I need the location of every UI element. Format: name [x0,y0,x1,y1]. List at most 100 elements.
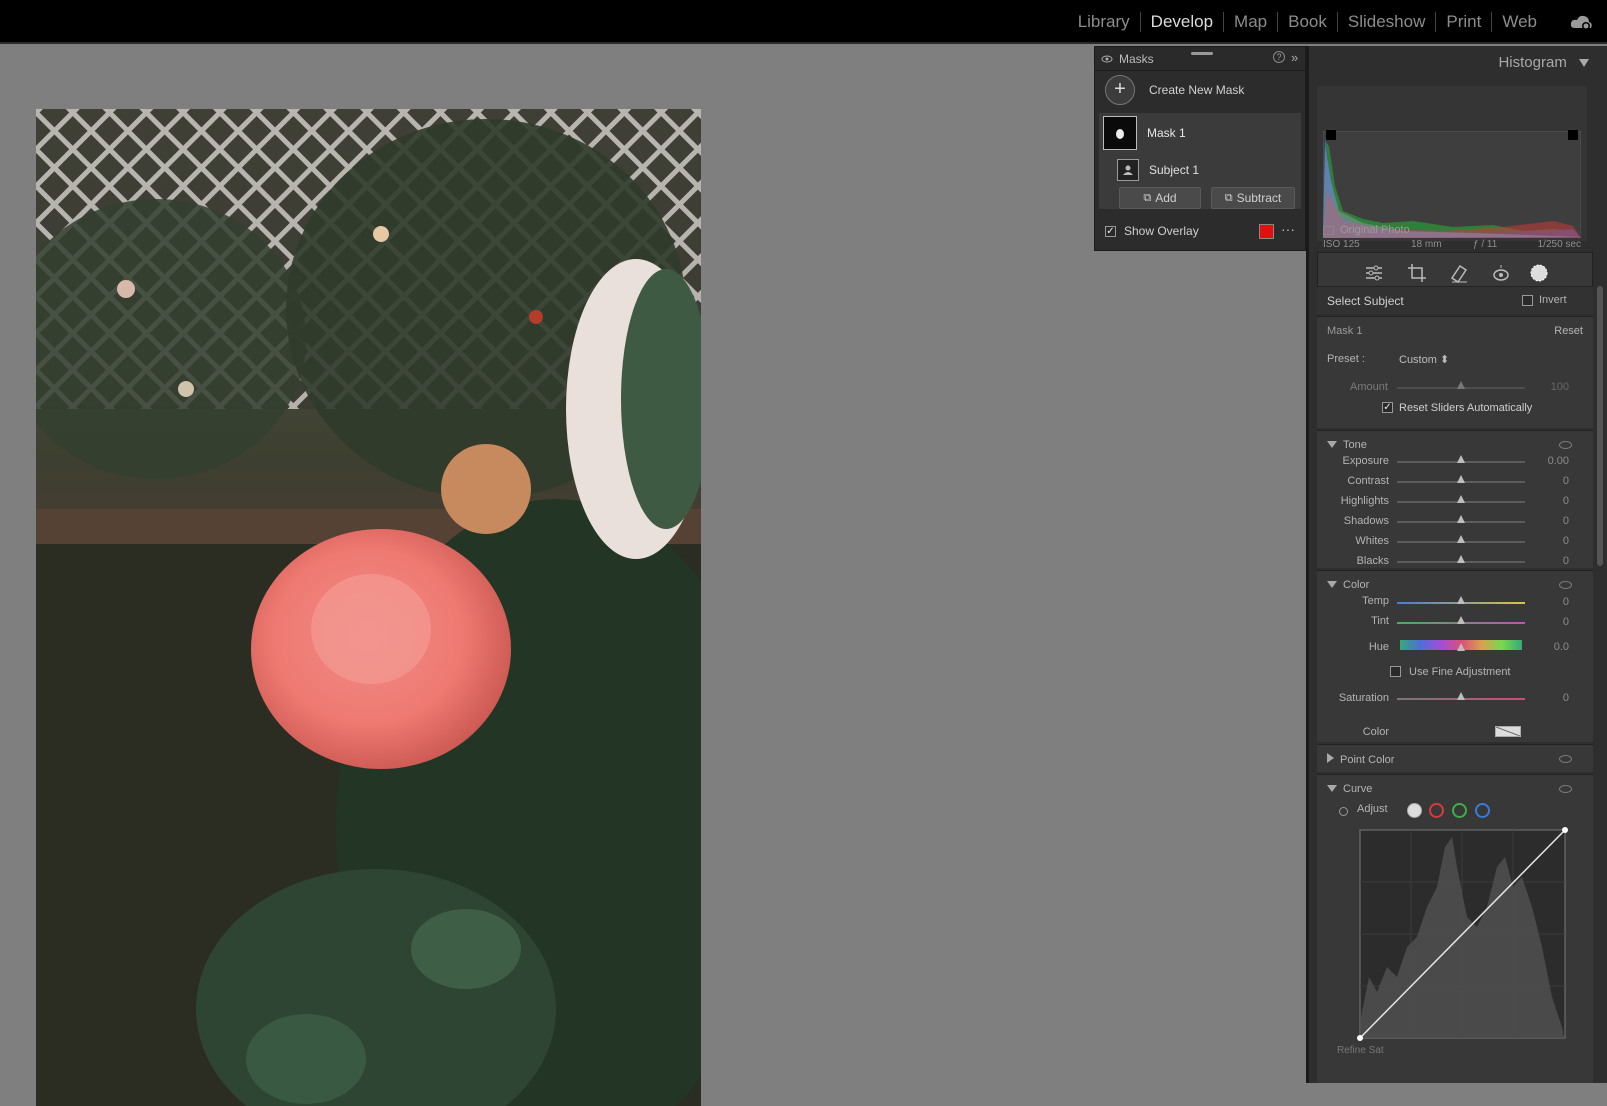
shadows-slider-thumb[interactable] [1457,515,1465,523]
create-mask-row[interactable]: + Create New Mask [1105,75,1244,105]
exposure-value: 0.00 [1547,455,1569,467]
module-bar: Library Develop Map Book Slideshow Print… [0,0,1607,44]
masks-header: Masks ? » [1095,47,1305,71]
overlay-color-swatch[interactable] [1259,224,1274,239]
collapsed-triangle-icon [1327,753,1334,763]
exposure-slider-thumb[interactable] [1457,455,1465,463]
drag-handle[interactable] [1191,52,1213,55]
cloud-sync-icon[interactable] [1569,12,1593,32]
shadows-value: 0 [1562,515,1569,527]
contrast-value: 0 [1562,475,1569,487]
hue-slider-thumb[interactable] [1457,643,1465,651]
preset-select[interactable]: Custom ⬍ [1399,353,1449,366]
original-photo-row[interactable]: Original Photo [1323,224,1410,236]
tone-header[interactable]: Tone [1327,439,1367,451]
point-color-header[interactable]: Point Color [1327,753,1394,766]
hue-label: Hue [1368,641,1389,653]
photo-rose[interactable] [36,109,701,1106]
panel-scrollbar[interactable] [1597,286,1603,566]
whites-value: 0 [1562,535,1569,547]
subject-1-row[interactable]: Subject 1 [1117,159,1199,181]
target-adjust-icon[interactable] [1339,807,1348,816]
adjust-label: Adjust [1357,803,1388,815]
collapse-icon[interactable]: » [1291,50,1298,65]
whites-label: Whites [1355,535,1389,547]
highlight-clipping-icon[interactable] [1568,130,1578,140]
module-book[interactable]: Book [1277,12,1337,32]
mask-1-row[interactable]: Mask 1 [1103,116,1186,150]
tone-title: Tone [1343,439,1367,451]
reset-sliders-label: Reset Sliders Automatically [1399,402,1533,414]
curve-header[interactable]: Curve [1327,783,1372,795]
edit-sliders-icon[interactable] [1364,263,1384,283]
color-title: Color [1343,579,1370,591]
temp-value: 0 [1562,596,1569,608]
original-photo-label: Original Photo [1340,224,1410,236]
highlights-label: Highlights [1340,495,1389,507]
curve-eye-icon[interactable] [1559,785,1572,793]
channel-rgb-button[interactable] [1407,803,1422,818]
color-swatch[interactable] [1495,726,1521,737]
exposure-label: Exposure [1342,455,1389,467]
color-label: Color [1362,726,1389,738]
channel-red-button[interactable] [1429,803,1444,818]
module-develop[interactable]: Develop [1139,12,1223,32]
original-photo-checkbox[interactable] [1323,225,1334,235]
invert-checkbox[interactable] [1522,295,1533,306]
mask-name-label: Mask 1 [1327,325,1363,337]
module-print[interactable]: Print [1435,12,1491,32]
invert-label: Invert [1539,294,1567,306]
subtract-button-label: Subtract [1236,191,1282,205]
tone-curve-graph[interactable] [1357,827,1569,1043]
histogram-graph[interactable] [1323,131,1581,238]
show-overlay-checkbox[interactable]: ✓ [1105,225,1116,237]
module-library[interactable]: Library [1068,12,1140,32]
blacks-label: Blacks [1356,555,1389,567]
create-new-mask-label: Create New Mask [1149,83,1245,97]
reset-button[interactable]: Reset [1554,325,1583,337]
shadow-clipping-icon[interactable] [1326,130,1336,140]
subtract-button[interactable]: ⧉ Subtract [1211,187,1295,209]
fine-adjustment-checkbox[interactable] [1390,666,1401,677]
color-header[interactable]: Color [1327,579,1369,591]
amount-slider-thumb[interactable] [1457,381,1465,389]
eye-icon[interactable] [1101,55,1113,63]
focal-value: 18 mm [1411,239,1442,250]
add-button[interactable]: ⧉ Add [1119,187,1201,209]
plus-icon[interactable]: + [1105,75,1135,105]
curve-section: Curve Adjust Refine Sat [1317,774,1593,1083]
tint-value: 0 [1562,616,1569,628]
reset-sliders-checkbox[interactable]: ✓ [1382,402,1393,413]
healing-eraser-icon[interactable] [1449,263,1469,283]
expand-triangle-icon [1327,785,1337,792]
collapse-triangle-icon [1579,59,1589,67]
preset-label: Preset : [1327,353,1365,365]
whites-slider-thumb[interactable] [1457,535,1465,543]
highlights-slider-thumb[interactable] [1457,495,1465,503]
contrast-slider-thumb[interactable] [1457,475,1465,483]
help-icon[interactable]: ? [1273,51,1285,63]
amount-value: 100 [1550,381,1569,393]
channel-green-button[interactable] [1452,803,1467,818]
point-color-eye-icon[interactable] [1559,755,1572,763]
histogram-header[interactable]: Histogram [1498,54,1589,71]
temp-slider-thumb[interactable] [1457,596,1465,604]
tint-slider-thumb[interactable] [1457,616,1465,624]
saturation-slider-thumb[interactable] [1457,692,1465,700]
refine-saturation-label: Refine Sat [1337,1045,1384,1056]
crop-icon[interactable] [1407,263,1427,283]
histogram-title: Histogram [1498,54,1567,71]
red-eye-icon[interactable] [1491,263,1511,283]
masking-icon[interactable] [1528,262,1550,284]
color-eye-icon[interactable] [1559,581,1572,589]
blacks-slider-thumb[interactable] [1457,555,1465,563]
tone-eye-icon[interactable] [1559,441,1572,449]
show-overlay-label: Show Overlay [1124,224,1199,238]
amount-label: Amount [1350,381,1388,393]
channel-blue-button[interactable] [1475,803,1490,818]
module-map[interactable]: Map [1223,12,1277,32]
module-slideshow[interactable]: Slideshow [1336,12,1436,32]
mask-thumbnail[interactable] [1103,116,1137,150]
module-web[interactable]: Web [1491,12,1547,32]
more-options-icon[interactable]: ··· [1281,221,1295,237]
